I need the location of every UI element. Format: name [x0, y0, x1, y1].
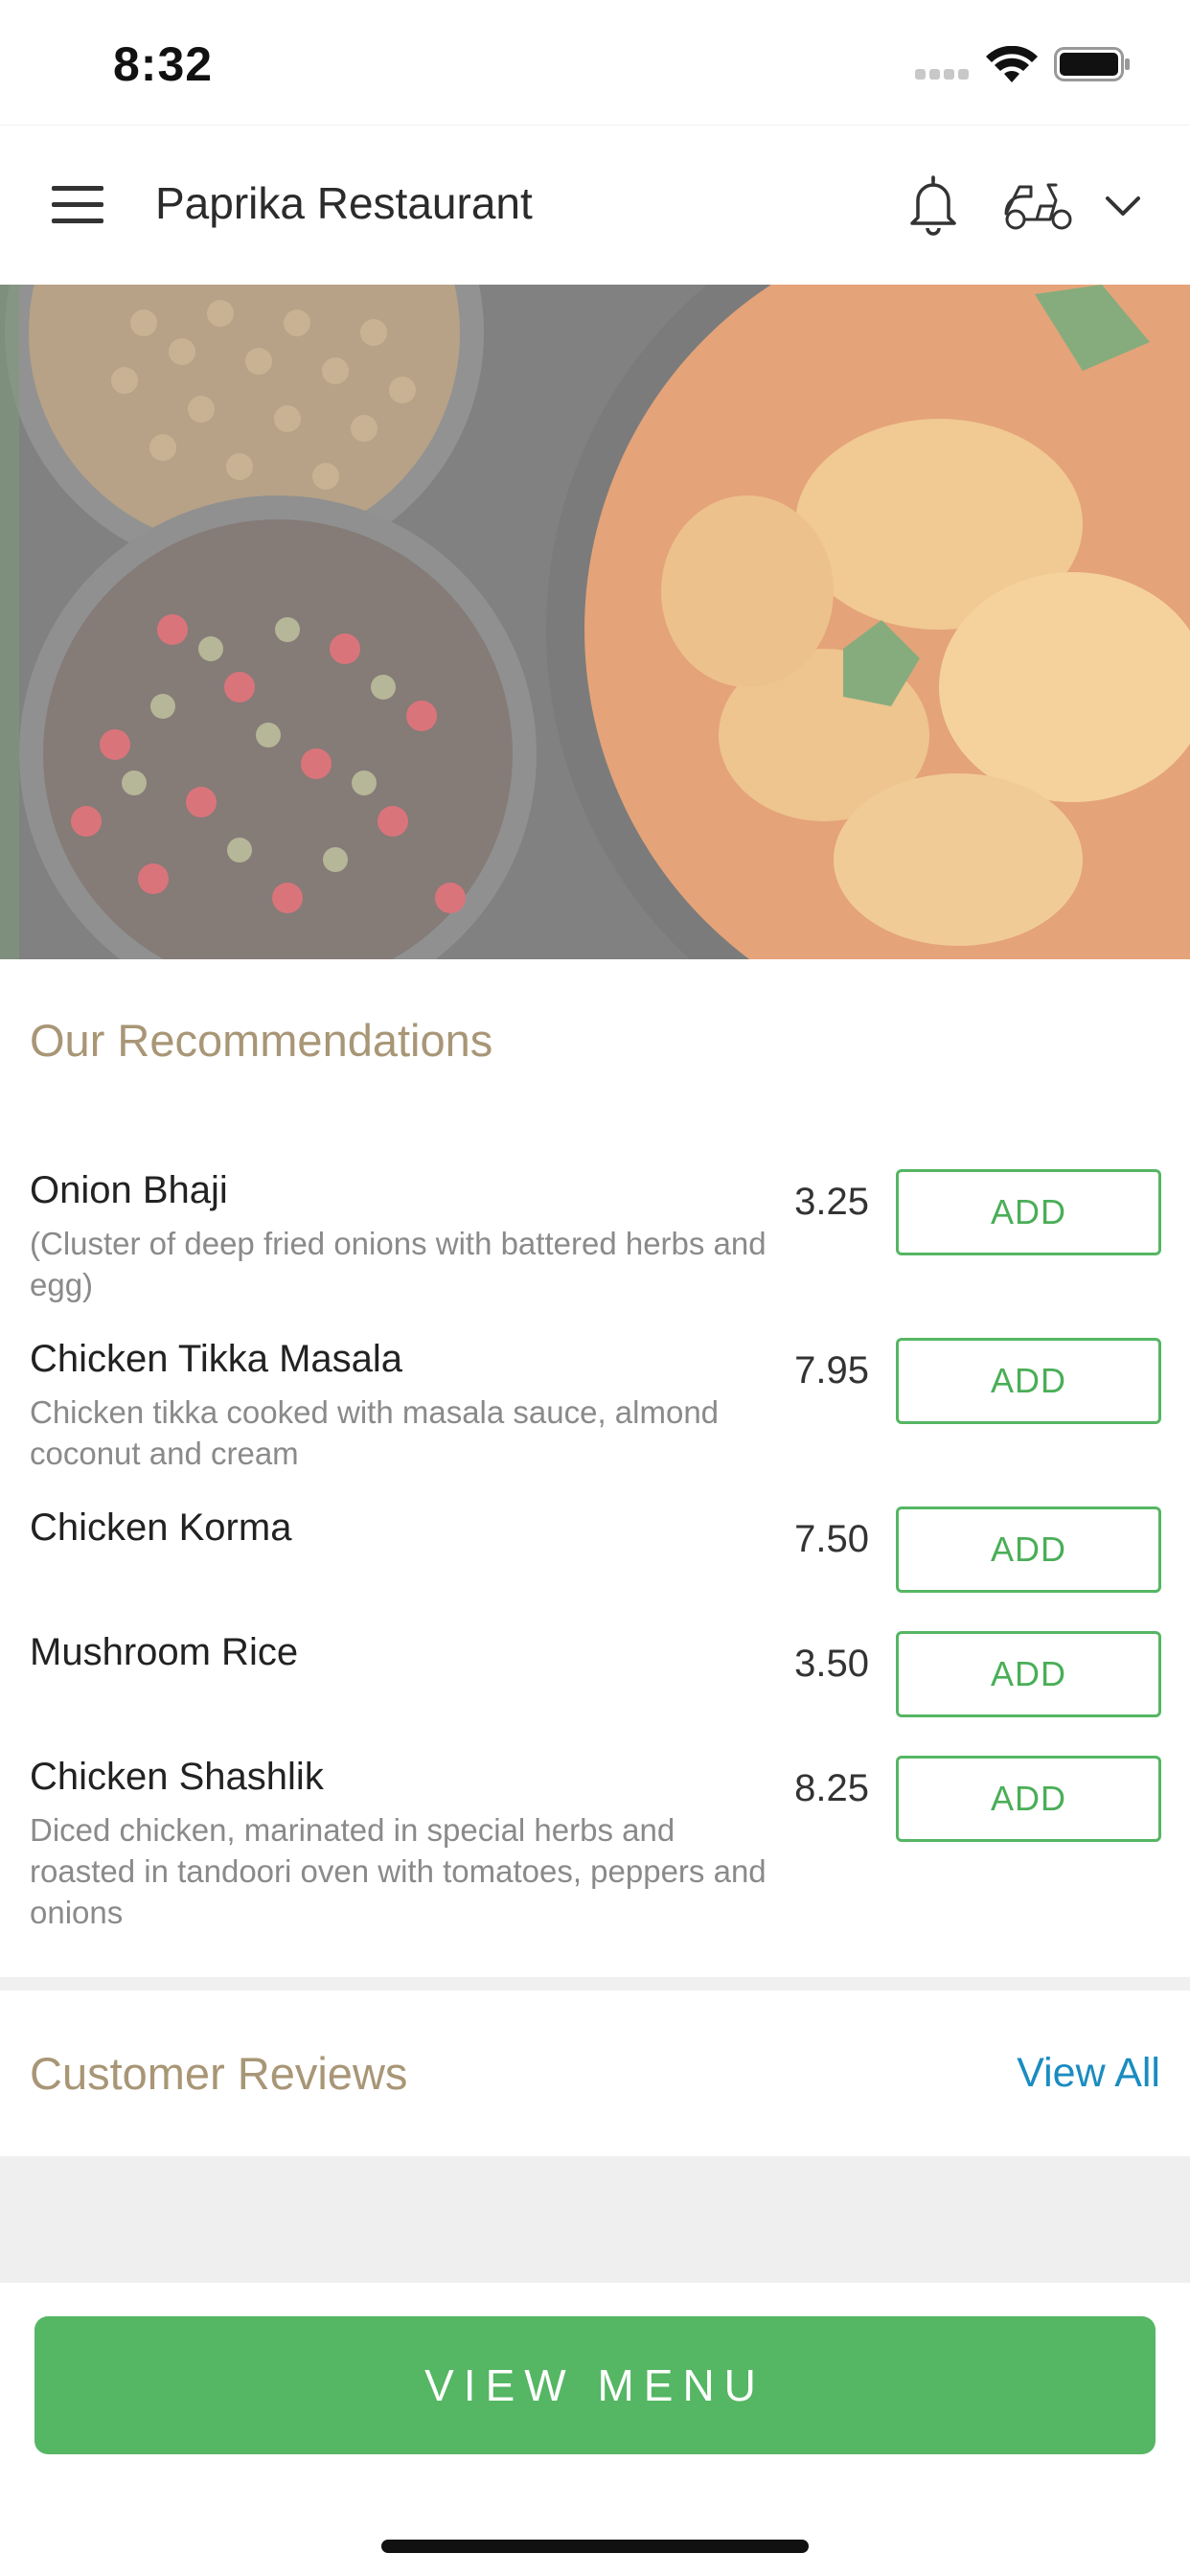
add-button[interactable]: ADD: [896, 1338, 1161, 1424]
recommendations-title: Our Recommendations: [30, 1015, 493, 1066]
signal-icon: [915, 69, 973, 82]
item-description: Chicken tikka cooked with masala sauce, …: [30, 1394, 720, 1471]
hero-image: [0, 285, 1190, 959]
reviews-placeholder: [0, 2156, 1190, 2283]
hero-overlay: [0, 285, 1190, 959]
item-name: Chicken Tikka Masala: [30, 1338, 403, 1380]
view-menu-button[interactable]: VIEW MENU: [34, 2316, 1156, 2454]
add-button[interactable]: ADD: [896, 1506, 1161, 1593]
add-button[interactable]: ADD: [896, 1756, 1161, 1842]
section-divider: [0, 1977, 1190, 1990]
chevron-down-icon[interactable]: [1104, 193, 1142, 219]
item-price: 8.25: [794, 1767, 869, 1809]
item-name: Mushroom Rice: [30, 1631, 299, 1673]
item-price: 7.50: [794, 1518, 869, 1560]
item-name: Chicken Shashlik: [30, 1756, 324, 1798]
add-button[interactable]: ADD: [896, 1169, 1161, 1255]
item-price: 3.50: [794, 1643, 869, 1685]
view-all-link[interactable]: View All: [1017, 2050, 1160, 2097]
page-title: Paprika Restaurant: [155, 178, 533, 228]
status-time: 8:32: [113, 37, 214, 91]
status-bar: 8:32: [0, 0, 1190, 125]
item-name: Chicken Korma: [30, 1506, 292, 1549]
scooter-icon[interactable]: [1002, 177, 1075, 235]
home-indicator[interactable]: [381, 2540, 809, 2553]
add-button[interactable]: ADD: [896, 1631, 1161, 1717]
item-description: (Cluster of deep fried onions with batte…: [30, 1226, 767, 1302]
item-price: 3.25: [794, 1181, 869, 1223]
wifi-icon: [986, 46, 1038, 82]
item-price: 7.95: [794, 1349, 869, 1392]
item-description: Diced chicken, marinated in special herb…: [30, 1812, 767, 1930]
battery-icon: [1054, 47, 1130, 81]
reviews-title: Customer Reviews: [30, 2048, 408, 2099]
app-header: Paprika Restaurant: [0, 125, 1190, 285]
item-name: Onion Bhaji: [30, 1169, 228, 1211]
bell-icon[interactable]: [906, 173, 960, 237]
hamburger-menu-icon[interactable]: [52, 186, 103, 224]
